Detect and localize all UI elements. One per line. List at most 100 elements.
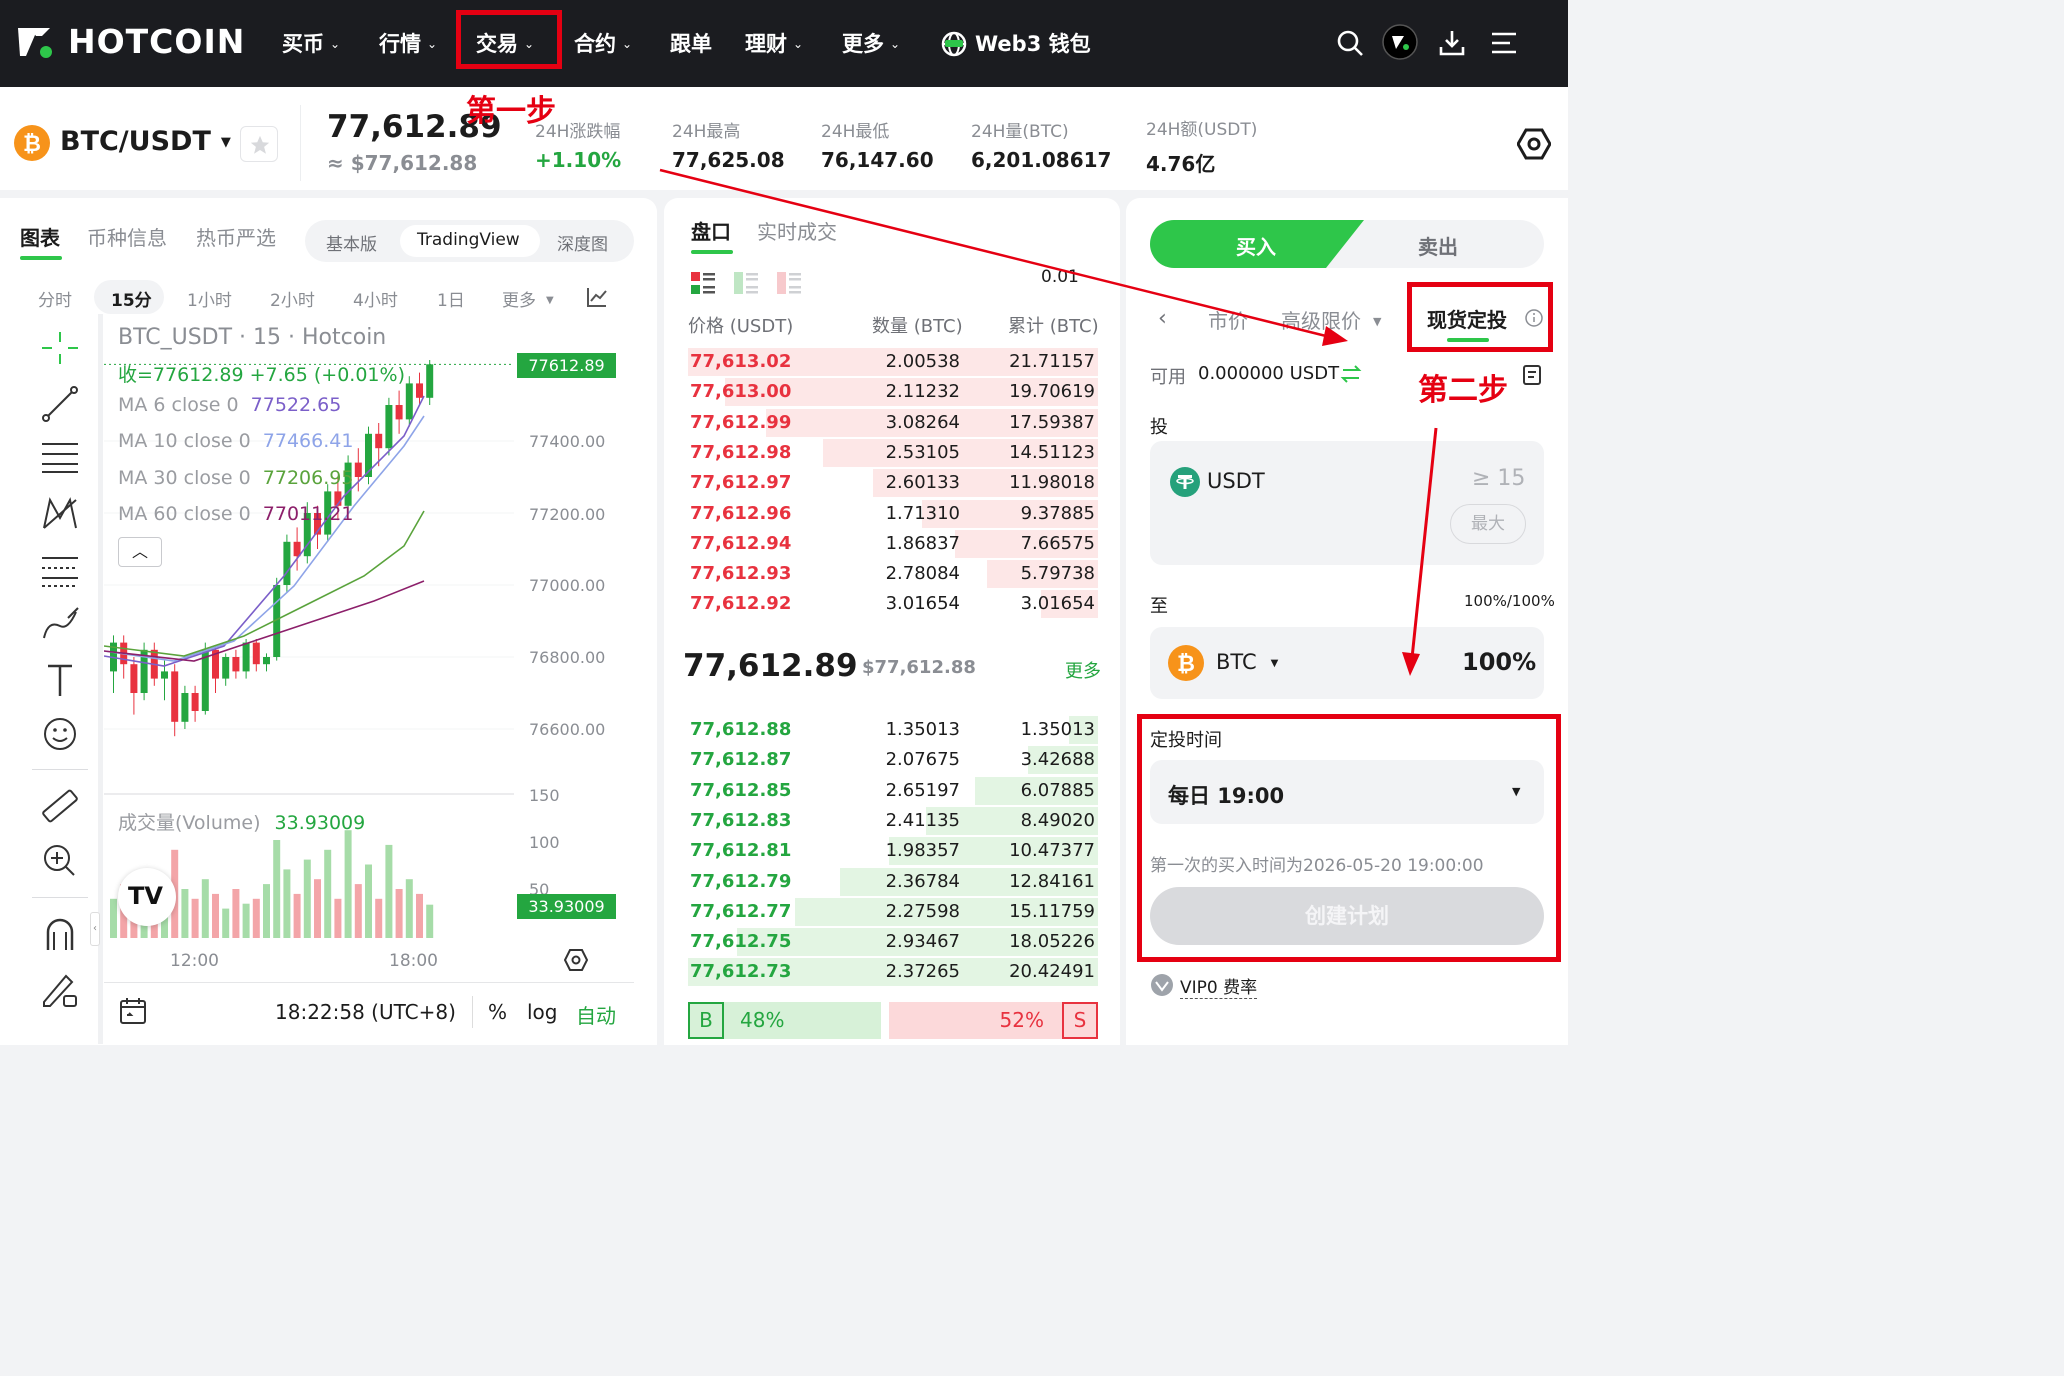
logo-wordmark[interactable]: HOTCOIN bbox=[68, 22, 245, 61]
chevron-down-icon: ⌄ bbox=[890, 37, 901, 51]
hotcoin-logo-icon[interactable] bbox=[16, 24, 54, 60]
order-type-label: 高级限价 bbox=[1281, 309, 1361, 333]
toolbar-divider bbox=[32, 769, 88, 770]
favorite-star-button[interactable] bbox=[240, 126, 278, 162]
chart-footer-divider bbox=[104, 982, 634, 983]
crosshair-icon[interactable] bbox=[38, 328, 82, 368]
indicator-icon[interactable] bbox=[586, 286, 608, 308]
tradingview-badge[interactable]: TV bbox=[118, 868, 176, 926]
search-icon[interactable] bbox=[1336, 29, 1364, 57]
text-tool-icon[interactable] bbox=[38, 660, 82, 700]
collapse-toolbar-handle[interactable]: ‹ bbox=[90, 912, 100, 946]
book-both-sides-icon[interactable] bbox=[691, 272, 715, 294]
lock-pen-icon[interactable] bbox=[38, 970, 82, 1010]
order-type-market[interactable]: 市价 bbox=[1208, 305, 1248, 334]
bid-row[interactable]: 77,612.75 2.93467 18.05226 bbox=[688, 928, 1098, 957]
mid-price: 77,612.89 bbox=[683, 648, 858, 684]
nav-copy-trading[interactable]: 跟单 bbox=[670, 28, 712, 58]
timeframe-1d[interactable]: 1日 bbox=[437, 286, 465, 311]
nav-earn[interactable]: 理财 ⌄ bbox=[745, 28, 803, 58]
ask-row[interactable]: 77,612.98 2.53105 14.51123 bbox=[688, 438, 1098, 467]
fee-rate-link[interactable]: VIP0 费率 bbox=[1180, 973, 1258, 999]
timeframe-2h[interactable]: 2小时 bbox=[270, 286, 315, 311]
ask-qty: 2.00538 bbox=[885, 351, 960, 372]
emoji-icon[interactable] bbox=[38, 714, 82, 754]
buy-tab[interactable]: 买入 bbox=[1236, 231, 1276, 260]
nav-buy-crypto[interactable]: 买币 ⌄ bbox=[282, 28, 340, 58]
trend-line-icon[interactable] bbox=[38, 384, 82, 424]
bid-row[interactable]: 77,612.88 1.35013 1.35013 bbox=[688, 716, 1098, 744]
bid-row[interactable]: 77,612.87 2.07675 3.42688 bbox=[688, 746, 1098, 775]
bid-row[interactable]: 77,612.81 1.98357 10.47377 bbox=[688, 837, 1098, 866]
bid-row[interactable]: 77,612.83 2.41135 8.49020 bbox=[688, 806, 1098, 835]
avatar-icon[interactable] bbox=[1382, 24, 1418, 60]
ask-row[interactable]: 77,612.92 3.01654 3.01654 bbox=[688, 590, 1098, 619]
invest-amount-input[interactable]: ≥ 15 bbox=[1472, 466, 1525, 491]
candle-body bbox=[222, 657, 230, 679]
magnet-icon[interactable] bbox=[38, 914, 82, 954]
percent-scale-toggle[interactable]: % bbox=[488, 1000, 507, 1024]
collapse-legend-button[interactable]: ︿ bbox=[118, 537, 162, 567]
horizontal-lines-icon[interactable] bbox=[38, 438, 82, 478]
pattern-icon[interactable] bbox=[38, 494, 82, 534]
menu-icon[interactable] bbox=[1492, 31, 1516, 55]
precision-selector[interactable]: 0.01 bbox=[1041, 267, 1079, 287]
pair-selector[interactable]: BTC/USDT ▼ bbox=[60, 126, 231, 157]
bid-row[interactable]: 77,612.73 2.37265 20.42491 bbox=[688, 958, 1098, 987]
ask-row[interactable]: 77,613.00 2.11232 19.70619 bbox=[688, 378, 1098, 407]
nav-more[interactable]: 更多 ⌄ bbox=[842, 28, 900, 58]
book-asks-only-icon[interactable] bbox=[777, 272, 801, 294]
ruler-icon[interactable] bbox=[38, 786, 82, 826]
log-scale-toggle[interactable]: log bbox=[527, 1000, 558, 1024]
tab-recent-trades[interactable]: 实时成交 bbox=[757, 216, 837, 245]
timeframe-1h[interactable]: 1小时 bbox=[187, 286, 232, 311]
download-icon[interactable] bbox=[1438, 29, 1466, 57]
candle-body bbox=[405, 383, 413, 420]
settings-hexagon-icon[interactable] bbox=[1517, 127, 1551, 161]
ask-row[interactable]: 77,612.99 3.08264 17.59387 bbox=[688, 408, 1098, 437]
timeframe-more[interactable]: 更多 ▼ bbox=[502, 286, 554, 311]
chart-clock[interactable]: 18:22:58 (UTC+8) bbox=[275, 1000, 456, 1024]
ask-row[interactable]: 77,612.96 1.71310 9.37885 bbox=[688, 499, 1098, 528]
max-button[interactable]: 最大 bbox=[1450, 504, 1526, 544]
transfer-icon[interactable] bbox=[1340, 363, 1362, 385]
view-depth[interactable]: 深度图 bbox=[557, 230, 608, 255]
bid-row[interactable]: 77,612.79 2.36784 12.84161 bbox=[688, 867, 1098, 896]
timeframe-15m[interactable]: 15分 bbox=[111, 286, 152, 311]
date-range-icon[interactable] bbox=[118, 996, 148, 1026]
sell-tab[interactable]: 卖出 bbox=[1418, 231, 1458, 260]
volume-legend: 成交量(Volume) 33.93009 bbox=[118, 808, 365, 835]
target-coin-selector[interactable]: BTC ▼ bbox=[1216, 650, 1278, 674]
bitcoin-icon: ₿ bbox=[1168, 645, 1204, 681]
ask-row[interactable]: 77,612.94 1.86837 7.66575 bbox=[688, 529, 1098, 558]
nav-web3-wallet[interactable]: Web3 钱包 bbox=[975, 28, 1091, 58]
tab-hot-picks[interactable]: 热币严选 bbox=[196, 222, 276, 251]
view-tradingview[interactable]: TradingView bbox=[417, 230, 520, 250]
view-basic[interactable]: 基本版 bbox=[326, 230, 377, 255]
order-history-icon[interactable] bbox=[1522, 364, 1544, 386]
tab-coin-info[interactable]: 币种信息 bbox=[87, 222, 167, 251]
orderbook-more-link[interactable]: 更多 bbox=[1065, 657, 1101, 683]
brush-icon[interactable] bbox=[38, 604, 82, 644]
bid-row[interactable]: 77,612.85 2.65197 6.07885 bbox=[688, 776, 1098, 805]
fib-levels-icon[interactable] bbox=[38, 550, 82, 590]
ask-row[interactable]: 77,613.02 2.00538 21.71157 bbox=[688, 348, 1098, 376]
ask-row[interactable]: 77,612.93 2.78084 5.79738 bbox=[688, 560, 1098, 589]
nav-markets[interactable]: 行情 ⌄ bbox=[379, 28, 437, 58]
ask-row[interactable]: 77,612.97 2.60133 11.98018 bbox=[688, 469, 1098, 498]
timeframe-line[interactable]: 分时 bbox=[38, 286, 72, 311]
tab-chart[interactable]: 图表 bbox=[20, 222, 60, 251]
chart-settings-icon[interactable] bbox=[564, 948, 588, 972]
zoom-in-icon[interactable] bbox=[38, 840, 82, 880]
timeframe-4h[interactable]: 4小时 bbox=[353, 286, 398, 311]
bid-row[interactable]: 77,612.77 2.27598 15.11759 bbox=[688, 897, 1098, 926]
chevron-down-icon: ⌄ bbox=[793, 37, 804, 51]
book-bids-only-icon[interactable] bbox=[734, 272, 758, 294]
order-type-advanced-limit[interactable]: 高级限价 ▼ bbox=[1281, 305, 1381, 334]
tab-orderbook[interactable]: 盘口 bbox=[691, 216, 731, 245]
nav-futures[interactable]: 合约 ⌄ bbox=[574, 28, 632, 58]
chevron-left-icon[interactable]: ‹ bbox=[1158, 306, 1167, 331]
invest-amount-field[interactable] bbox=[1150, 441, 1544, 565]
auto-scale-toggle[interactable]: 自动 bbox=[576, 1000, 616, 1029]
volume-axis-label: 150 bbox=[529, 786, 560, 805]
